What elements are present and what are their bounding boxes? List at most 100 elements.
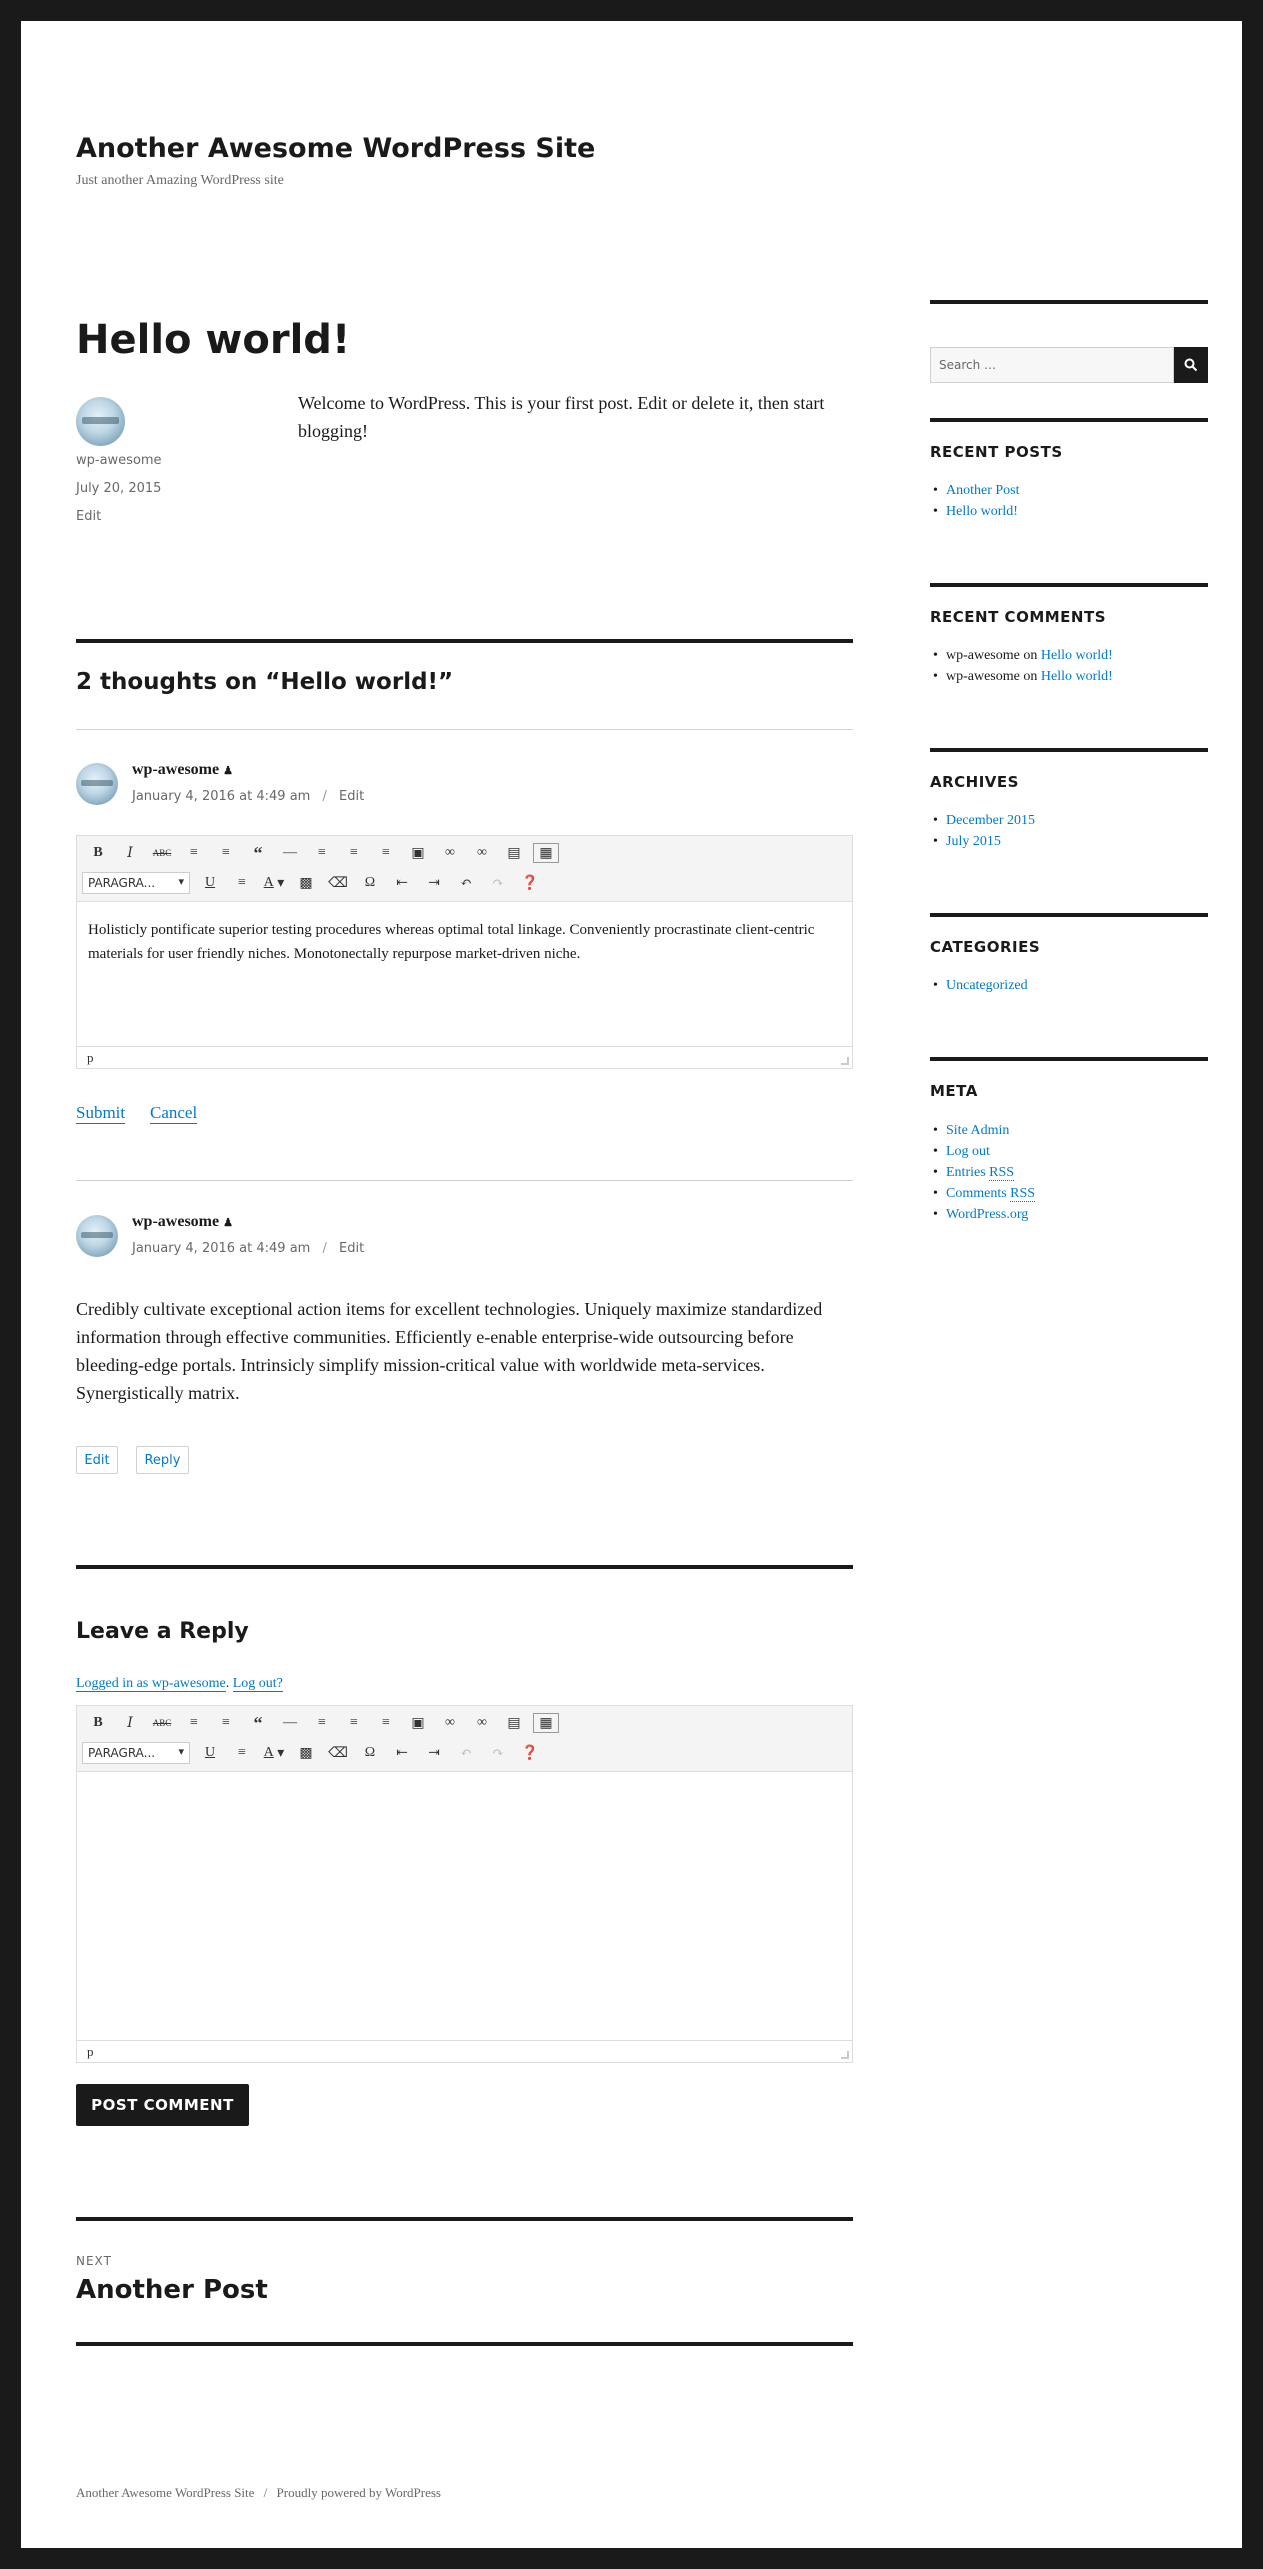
site-admin-link[interactable]: Site Admin	[946, 1123, 1009, 1138]
submit-link[interactable]: Submit	[76, 1103, 125, 1123]
justify-icon[interactable]: ≡	[226, 870, 258, 896]
site-title[interactable]: Another Awesome WordPress Site	[76, 133, 595, 164]
align-center-icon[interactable]: ≡	[338, 1710, 370, 1736]
help-icon[interactable]: ❓	[514, 1740, 546, 1766]
special-character-icon[interactable]: Ω	[354, 870, 386, 896]
strikethrough-icon[interactable]: ABC	[146, 1710, 178, 1736]
link-icon[interactable]: ∞	[434, 1710, 466, 1736]
indent-icon[interactable]: ⇥	[418, 1740, 450, 1766]
redo-icon[interactable]: ↷	[482, 1740, 514, 1766]
author-avatar[interactable]	[76, 397, 125, 446]
bullet-list-icon[interactable]: ≡	[178, 840, 210, 866]
recent-post-link[interactable]: Hello world!	[946, 504, 1018, 519]
align-left-icon[interactable]: ≡	[306, 840, 338, 866]
post-date[interactable]: July 20, 2015	[76, 481, 161, 496]
clear-formatting-icon[interactable]: ⌫	[322, 1740, 354, 1766]
link-icon[interactable]: ∞	[434, 840, 466, 866]
format-select[interactable]: PARAGRA...	[82, 872, 190, 894]
underline-icon[interactable]: U	[194, 870, 226, 896]
comment-edit-button[interactable]: Edit	[76, 1446, 118, 1474]
entries-rss-link[interactable]: Entries RSS	[946, 1165, 1015, 1181]
archive-link[interactable]: December 2015	[946, 813, 1035, 828]
horizontal-rule-icon[interactable]: —	[274, 1710, 306, 1736]
category-link[interactable]: Uncategorized	[946, 978, 1028, 993]
comment-editor[interactable]: B I ABC ≡ ≡ “ — ≡ ≡ ≡ ▣ ∞ ∞ ▤ ▦ PARAGRA.…	[76, 835, 853, 1069]
post-comment-button[interactable]: POST COMMENT	[76, 2084, 249, 2126]
comment-author[interactable]: wp-awesome ♟	[132, 761, 233, 779]
wordpress-org-link[interactable]: WordPress.org	[946, 1207, 1028, 1222]
footer-powered-link[interactable]: Proudly powered by WordPress	[277, 2485, 441, 2500]
comment-edit-link[interactable]: Edit	[339, 1241, 364, 1256]
paste-text-icon[interactable]: ▩	[290, 870, 322, 896]
element-path[interactable]: p	[87, 2044, 94, 2059]
outdent-icon[interactable]: ⇤	[386, 1740, 418, 1766]
clear-formatting-icon[interactable]: ⌫	[322, 870, 354, 896]
logout-link[interactable]: Log out?	[233, 1676, 283, 1691]
text-color-icon[interactable]: A ▾	[258, 1740, 290, 1766]
image-icon[interactable]: ▣	[402, 1710, 434, 1736]
unlink-icon[interactable]: ∞	[466, 840, 498, 866]
post-edit-link[interactable]: Edit	[76, 509, 101, 524]
image-icon[interactable]: ▣	[402, 840, 434, 866]
comment-date[interactable]: January 4, 2016 at 4:49 am	[132, 1241, 310, 1256]
recent-post-link[interactable]: Another Post	[946, 483, 1020, 498]
recent-comment-link[interactable]: Hello world!	[1041, 669, 1113, 684]
footer-site-link[interactable]: Another Awesome WordPress Site	[76, 2485, 254, 2500]
indent-icon[interactable]: ⇥	[418, 870, 450, 896]
undo-icon[interactable]: ↶	[450, 1740, 482, 1766]
horizontal-rule-icon[interactable]: —	[274, 840, 306, 866]
text-color-icon[interactable]: A ▾	[258, 870, 290, 896]
logged-in-link[interactable]: Logged in as wp-awesome	[76, 1676, 226, 1691]
bullet-list-icon[interactable]: ≡	[178, 1710, 210, 1736]
strikethrough-icon[interactable]: ABC	[146, 840, 178, 866]
outdent-icon[interactable]: ⇤	[386, 870, 418, 896]
paste-text-icon[interactable]: ▩	[290, 1740, 322, 1766]
redo-icon[interactable]: ↷	[482, 870, 514, 896]
resize-handle-icon[interactable]	[841, 1057, 849, 1065]
element-path[interactable]: p	[87, 1050, 94, 1065]
help-icon[interactable]: ❓	[514, 870, 546, 896]
post-author[interactable]: wp-awesome	[76, 453, 162, 468]
comment-avatar[interactable]	[76, 763, 118, 805]
format-select[interactable]: PARAGRA...	[82, 1742, 190, 1764]
comments-rss-link[interactable]: Comments RSS	[946, 1186, 1036, 1202]
toolbar-toggle-icon[interactable]: ▦	[530, 840, 562, 866]
search-button[interactable]	[1174, 347, 1208, 383]
comment-date[interactable]: January 4, 2016 at 4:49 am	[132, 789, 310, 804]
resize-handle-icon[interactable]	[841, 2051, 849, 2059]
read-more-icon[interactable]: ▤	[498, 1710, 530, 1736]
justify-icon[interactable]: ≡	[226, 1740, 258, 1766]
unlink-icon[interactable]: ∞	[466, 1710, 498, 1736]
comment-avatar[interactable]	[76, 1215, 118, 1257]
italic-icon[interactable]: I	[114, 1710, 146, 1736]
toolbar-toggle-icon[interactable]: ▦	[530, 1710, 562, 1736]
comment-edit-link[interactable]: Edit	[339, 789, 364, 804]
comment-author-name[interactable]: wp-awesome	[132, 1213, 219, 1230]
align-left-icon[interactable]: ≡	[306, 1710, 338, 1736]
blockquote-icon[interactable]: “	[242, 1710, 274, 1736]
comment-reply-button[interactable]: Reply	[136, 1446, 189, 1474]
search-input[interactable]: Search …	[930, 347, 1174, 383]
logout-link[interactable]: Log out	[946, 1144, 990, 1159]
bold-icon[interactable]: B	[82, 840, 114, 866]
next-post-link[interactable]: Another Post	[76, 2275, 268, 2305]
align-center-icon[interactable]: ≡	[338, 840, 370, 866]
special-character-icon[interactable]: Ω	[354, 1740, 386, 1766]
italic-icon[interactable]: I	[114, 840, 146, 866]
comment-author-name[interactable]: wp-awesome	[132, 761, 219, 778]
cancel-link[interactable]: Cancel	[150, 1103, 197, 1123]
align-right-icon[interactable]: ≡	[370, 840, 402, 866]
undo-icon[interactable]: ↶	[450, 870, 482, 896]
comment-author[interactable]: wp-awesome ♟	[132, 1213, 233, 1231]
recent-comment-link[interactable]: Hello world!	[1041, 648, 1113, 663]
blockquote-icon[interactable]: “	[242, 840, 274, 866]
underline-icon[interactable]: U	[194, 1740, 226, 1766]
bold-icon[interactable]: B	[82, 1710, 114, 1736]
align-right-icon[interactable]: ≡	[370, 1710, 402, 1736]
editor-content[interactable]	[77, 1772, 852, 1804]
editor-content[interactable]: Holisticly pontificate superior testing …	[77, 902, 852, 982]
archive-link[interactable]: July 2015	[946, 834, 1001, 849]
reply-editor[interactable]: B I ABC ≡ ≡ “ — ≡ ≡ ≡ ▣ ∞ ∞ ▤ ▦ PARAGRA.…	[76, 1705, 853, 2063]
read-more-icon[interactable]: ▤	[498, 840, 530, 866]
numbered-list-icon[interactable]: ≡	[210, 840, 242, 866]
